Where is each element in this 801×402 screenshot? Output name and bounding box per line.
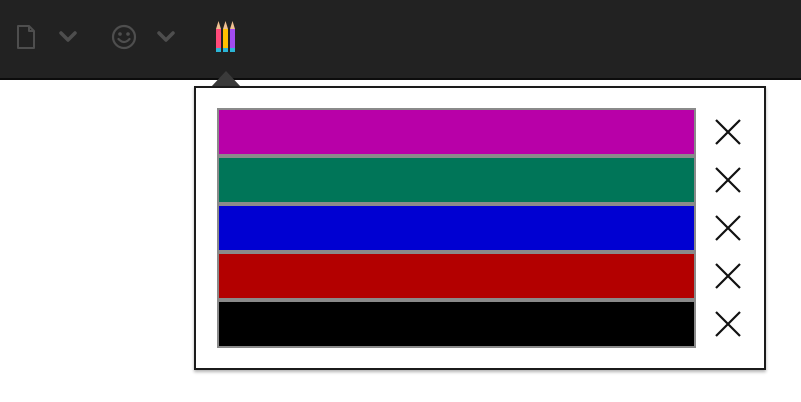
color-palette-popup bbox=[194, 86, 766, 370]
page-button[interactable] bbox=[12, 20, 40, 54]
remove-color-button[interactable] bbox=[710, 164, 746, 196]
color-pencils-button[interactable] bbox=[210, 20, 242, 54]
pencils-icon bbox=[216, 21, 235, 52]
color-swatch-blue[interactable] bbox=[217, 204, 696, 252]
close-icon bbox=[715, 167, 741, 193]
emoji-dropdown-button[interactable] bbox=[154, 20, 178, 54]
color-swatch-teal[interactable] bbox=[217, 156, 696, 204]
close-icon bbox=[715, 263, 741, 289]
remove-color-button[interactable] bbox=[710, 116, 746, 148]
remove-color-button[interactable] bbox=[710, 212, 746, 244]
chevron-down-icon bbox=[59, 31, 77, 42]
toolbar bbox=[0, 0, 801, 80]
remove-color-button[interactable] bbox=[710, 260, 746, 292]
color-swatch-red[interactable] bbox=[217, 252, 696, 300]
color-row-magenta bbox=[196, 108, 764, 156]
color-row-teal bbox=[196, 156, 764, 204]
close-icon bbox=[715, 119, 741, 145]
color-row-black bbox=[196, 300, 764, 348]
page-icon bbox=[17, 25, 35, 49]
smiley-icon bbox=[111, 24, 137, 50]
color-swatch-magenta[interactable] bbox=[217, 108, 696, 156]
close-icon bbox=[715, 215, 741, 241]
emoji-button[interactable] bbox=[108, 20, 140, 54]
chevron-down-icon bbox=[157, 31, 175, 42]
popup-pointer bbox=[211, 71, 241, 87]
remove-color-button[interactable] bbox=[710, 308, 746, 340]
color-row-red bbox=[196, 252, 764, 300]
color-swatch-black[interactable] bbox=[217, 300, 696, 348]
close-icon bbox=[715, 311, 741, 337]
color-row-blue bbox=[196, 204, 764, 252]
page-dropdown-button[interactable] bbox=[56, 20, 80, 54]
